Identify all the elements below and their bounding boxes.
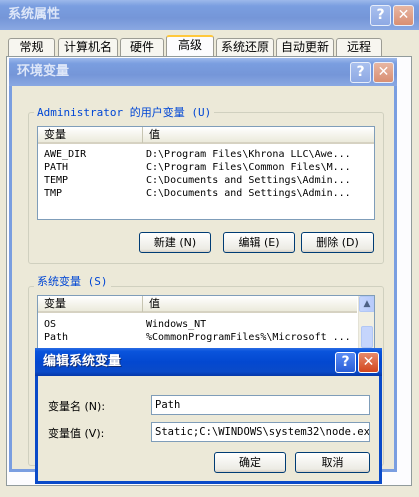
environment-variables-titlebar: 环境变量 ? ✕ [9,58,397,86]
tab-auto-update[interactable]: 自动更新 [276,38,334,56]
user-variables-list[interactable]: 变量 值 AWE_DIR D:\Program Files\Khrona LLC… [37,126,375,220]
list-item[interactable]: TEMP C:\Documents and Settings\Admin... [38,174,374,187]
scroll-up-icon[interactable]: ▲ [359,296,374,312]
help-icon[interactable]: ? [370,5,391,26]
close-icon[interactable]: ✕ [358,352,379,373]
environment-variables-title: 环境变量 [17,64,70,79]
scroll-thumb[interactable] [361,326,373,348]
variable-value-field[interactable]: Static;C:\WINDOWS\system32\node.exe [151,422,370,442]
system-variables-label: 系统变量 (S) [34,273,111,289]
variable-name-label: 变量名 (N): [48,400,106,413]
help-icon[interactable]: ? [350,62,371,83]
variable-value-label: 变量值 (V): [48,427,105,440]
tab-computer-name[interactable]: 计算机名 [58,38,118,56]
system-properties-titlebar: 系统属性 ? ✕ [0,0,419,30]
user-variables-label: Administrator 的用户变量 (U) [34,104,215,120]
list-header: 变量 值 [38,296,357,313]
system-properties-title: 系统属性 [8,7,61,22]
list-item[interactable]: PATH C:\Program Files\Common Files\M... [38,161,374,174]
list-header: 变量 值 [38,127,374,144]
tab-remote[interactable]: 远程 [336,38,382,56]
variable-name-field[interactable]: Path [151,395,370,415]
column-value[interactable]: 值 [143,127,376,143]
edit-dialog-titlebar: 编辑系统变量 ? ✕ [35,348,382,376]
system-list-scrollbar[interactable]: ▲ [358,296,374,354]
edit-system-variable-dialog: 编辑系统变量 ? ✕ 变量名 (N): Path 变量值 (V): Static… [35,348,382,484]
tab-advanced[interactable]: 高级 [166,35,214,57]
cancel-button[interactable]: 取消 [295,452,370,473]
list-item[interactable]: TMP C:\Documents and Settings\Admin... [38,187,374,200]
edit-button[interactable]: 编辑 (E) [223,232,295,253]
system-variables-list[interactable]: 变量 值 OS Windows_NT Path %CommonProgramFi… [37,295,375,355]
list-item[interactable]: AWE_DIR D:\Program Files\Khrona LLC\Awe.… [38,148,374,161]
edit-dialog-title: 编辑系统变量 [43,354,122,369]
close-icon[interactable]: ✕ [393,5,414,26]
tab-hardware[interactable]: 硬件 [120,38,164,56]
list-item[interactable]: Path %CommonProgramFiles%\Microsoft ... [38,331,357,344]
new-button[interactable]: 新建 (N) [139,232,211,253]
delete-button[interactable]: 删除 (D) [301,232,374,253]
ok-button[interactable]: 确定 [214,452,286,473]
list-item[interactable]: OS Windows_NT [38,318,357,331]
column-variable[interactable]: 变量 [38,127,143,143]
tab-general[interactable]: 常规 [8,38,55,56]
tab-system-restore[interactable]: 系统还原 [216,38,274,56]
column-variable[interactable]: 变量 [38,296,143,312]
close-icon[interactable]: ✕ [373,62,394,83]
help-icon[interactable]: ? [335,352,356,373]
column-value[interactable]: 值 [143,296,359,312]
